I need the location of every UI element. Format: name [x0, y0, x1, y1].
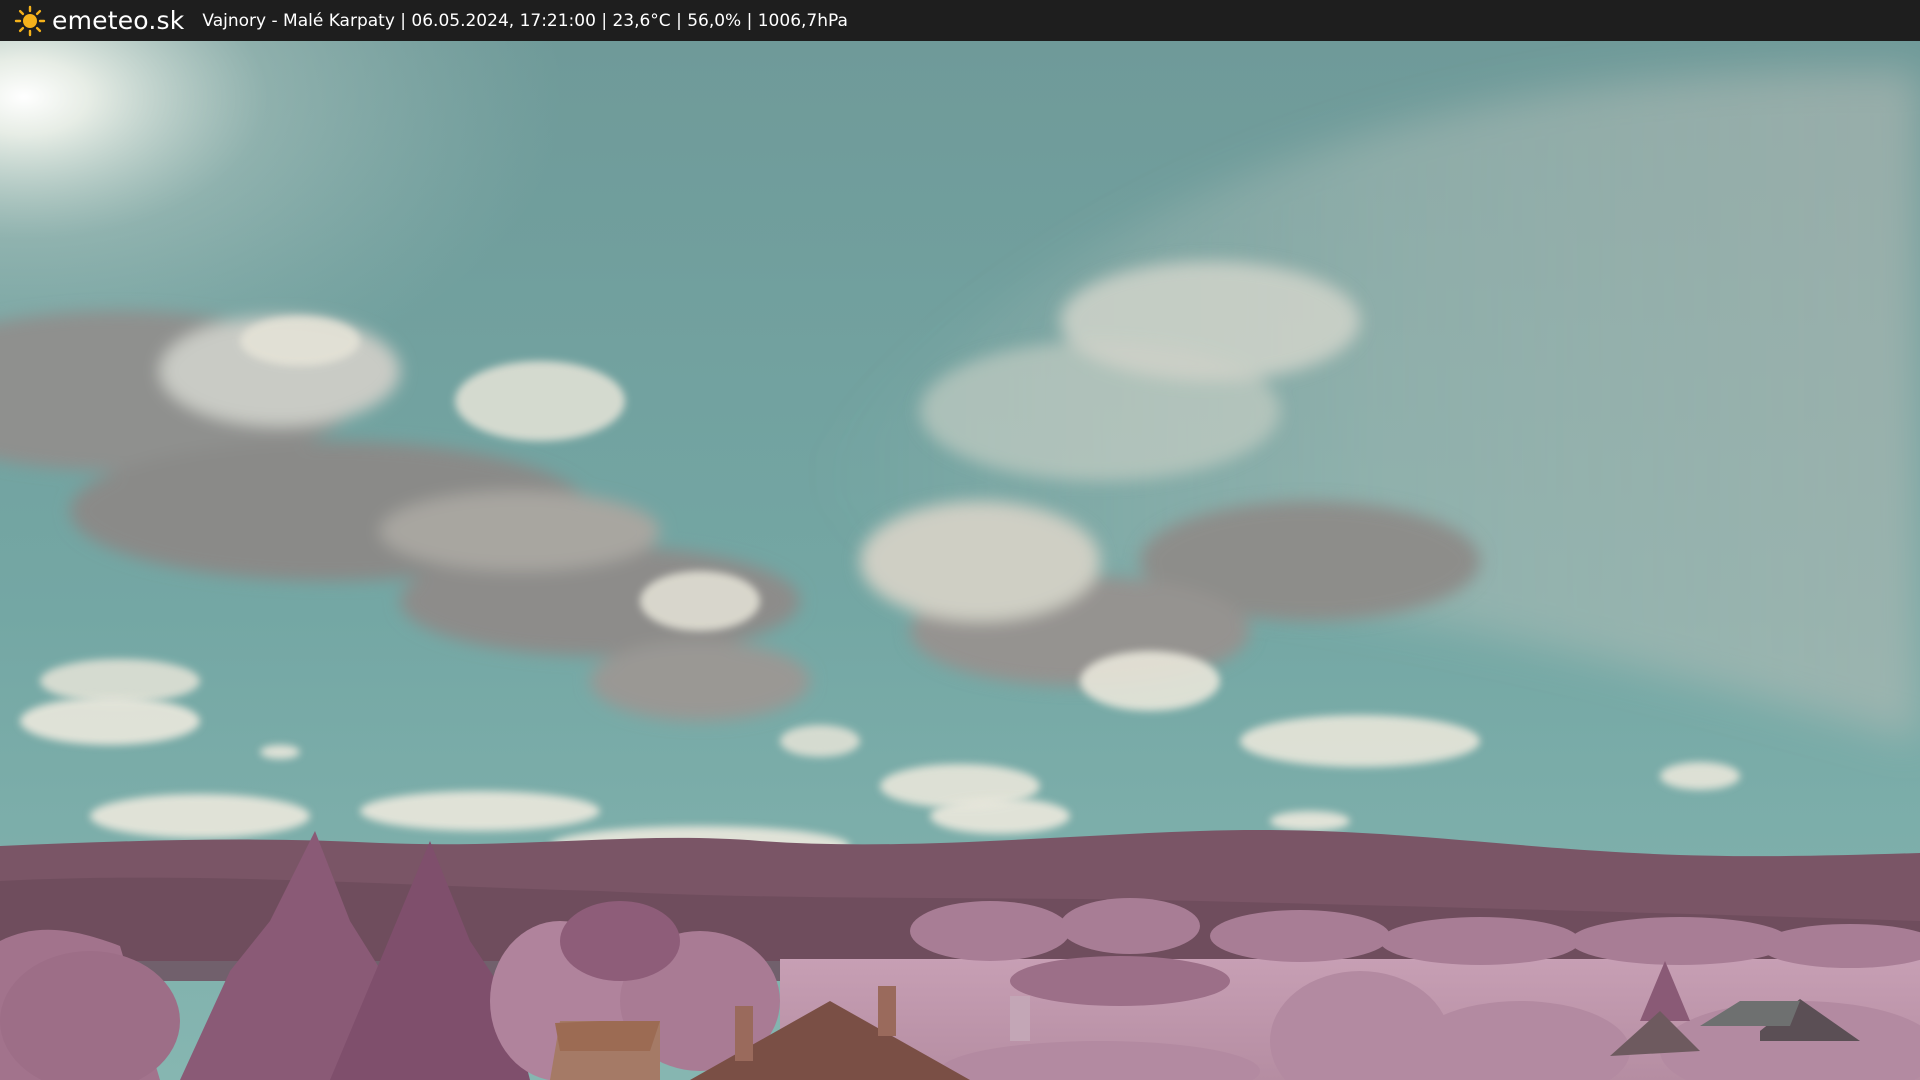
webcam-caption: Vajnory - Malé Karpaty | 06.05.2024, 17:… [202, 10, 848, 31]
webcam-image [0, 41, 1920, 1080]
sun-icon [14, 5, 46, 36]
header-bar: emeteo.sk Vajnory - Malé Karpaty | 06.05… [0, 0, 1920, 41]
brand-name: emeteo.sk [52, 6, 185, 35]
logo[interactable]: emeteo.sk [14, 5, 184, 37]
